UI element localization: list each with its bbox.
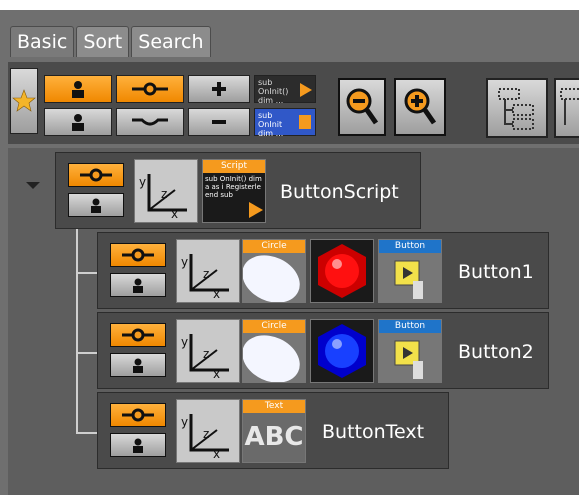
person-icon bbox=[45, 76, 111, 102]
svg-text:y: y bbox=[181, 415, 188, 429]
plugin-tag: Button bbox=[379, 240, 441, 253]
node-label: ButtonScript bbox=[280, 181, 399, 203]
visibility-toggle-button[interactable] bbox=[68, 193, 124, 217]
toolbar: sub OnInit() dim ... sub OnInit dim ... bbox=[8, 62, 579, 144]
hierarchy-icon bbox=[556, 80, 579, 136]
svg-text:y: y bbox=[181, 335, 188, 349]
tree-node-buttonscript[interactable]: y zx Script sub OnInit() dim a as i Regis… bbox=[55, 152, 421, 229]
slider-icon bbox=[111, 404, 165, 426]
toggle-visible-button[interactable] bbox=[44, 75, 112, 103]
node-label: ButtonText bbox=[322, 421, 425, 443]
add-button[interactable] bbox=[188, 75, 250, 103]
tree-layout-button[interactable] bbox=[486, 78, 548, 138]
transform-toggle-button[interactable] bbox=[110, 243, 166, 267]
zoom-in-button[interactable] bbox=[394, 78, 446, 136]
transform-toggle-button[interactable] bbox=[68, 163, 124, 187]
zoom-out-icon bbox=[340, 80, 384, 134]
script-tool-alt-button[interactable]: sub OnInit dim ... bbox=[254, 108, 316, 138]
tab-sort[interactable]: Sort bbox=[76, 26, 130, 57]
toggle-hidden-button[interactable] bbox=[44, 108, 112, 136]
visibility-toggle-button[interactable] bbox=[110, 273, 166, 297]
circle-plugin[interactable]: Circle bbox=[242, 319, 306, 383]
slider-icon bbox=[111, 324, 165, 346]
tree-connector bbox=[76, 352, 98, 354]
window-top-edge bbox=[0, 0, 579, 10]
star-icon bbox=[11, 69, 37, 133]
sphere-material[interactable] bbox=[310, 319, 374, 383]
favorites-button[interactable] bbox=[10, 68, 38, 134]
tree-connector bbox=[76, 229, 78, 434]
slider-icon bbox=[117, 76, 183, 102]
tree-connector bbox=[76, 432, 98, 434]
script-tool-label: sub OnInit() dim ... bbox=[258, 78, 289, 105]
square-icon bbox=[299, 115, 311, 129]
tree-node-button1[interactable]: y zx Circle Button Button1 bbox=[97, 232, 549, 309]
zoom-in-icon bbox=[396, 80, 444, 134]
circle-plugin[interactable]: Circle bbox=[242, 239, 306, 303]
svg-text:y: y bbox=[139, 175, 146, 189]
zoom-out-button[interactable] bbox=[338, 78, 386, 136]
plugin-tag: Text bbox=[243, 400, 305, 413]
axis-container-icon[interactable]: y zx bbox=[176, 319, 240, 383]
plus-icon bbox=[189, 76, 249, 102]
button-plugin[interactable]: Button bbox=[378, 239, 442, 303]
person-icon bbox=[111, 434, 165, 456]
script-plugin[interactable]: Script sub OnInit() dim a as i Registerl… bbox=[202, 159, 266, 223]
script-tool-button[interactable]: sub OnInit() dim ... bbox=[254, 75, 316, 105]
tab-search[interactable]: Search bbox=[131, 26, 211, 57]
script-tool-alt-label: sub OnInit dim ... bbox=[258, 111, 284, 138]
tree-connector bbox=[76, 272, 98, 274]
svg-text:x: x bbox=[171, 207, 178, 221]
svg-text:y: y bbox=[181, 255, 188, 269]
minus-icon bbox=[189, 109, 249, 135]
svg-text:z: z bbox=[161, 187, 167, 201]
hand-cursor-icon bbox=[379, 333, 441, 382]
curve-button[interactable] bbox=[116, 108, 184, 136]
circle-preview bbox=[242, 333, 305, 383]
person-icon bbox=[69, 194, 123, 216]
person-icon bbox=[111, 354, 165, 376]
node-label: Button2 bbox=[458, 341, 534, 363]
plugin-tag: Script bbox=[203, 160, 265, 173]
person-icon bbox=[111, 274, 165, 296]
slider-icon bbox=[69, 164, 123, 186]
tab-basic[interactable]: Basic bbox=[10, 26, 75, 57]
plugin-tag: Circle bbox=[243, 320, 305, 333]
transform-button[interactable] bbox=[116, 75, 184, 103]
axis-container-icon[interactable]: y zx bbox=[134, 159, 198, 223]
tab-bar: Basic Sort Search bbox=[10, 26, 213, 58]
svg-text:x: x bbox=[213, 447, 220, 461]
sphere-material[interactable] bbox=[310, 239, 374, 303]
visibility-toggle-button[interactable] bbox=[110, 353, 166, 377]
svg-text:z: z bbox=[203, 267, 209, 281]
plugin-tag: Button bbox=[379, 320, 441, 333]
button-plugin[interactable]: Button bbox=[378, 319, 442, 383]
expand-arrow-icon[interactable] bbox=[26, 182, 40, 189]
transform-toggle-button[interactable] bbox=[110, 403, 166, 427]
slider-icon bbox=[111, 244, 165, 266]
tree-node-button2[interactable]: y zx Circle Button Button2 bbox=[97, 312, 549, 389]
node-label: Button1 bbox=[458, 261, 534, 283]
tree-node-buttontext[interactable]: y zx Text ABC ButtonText bbox=[97, 392, 449, 469]
axis-container-icon[interactable]: y zx bbox=[176, 399, 240, 463]
svg-text:x: x bbox=[213, 367, 220, 381]
axis-container-icon[interactable]: y zx bbox=[176, 239, 240, 303]
play-icon bbox=[300, 83, 312, 97]
svg-text:x: x bbox=[213, 287, 220, 301]
visibility-toggle-button[interactable] bbox=[110, 433, 166, 457]
hand-cursor-icon bbox=[379, 253, 441, 302]
hierarchy-icon bbox=[488, 80, 546, 136]
text-plugin[interactable]: Text ABC bbox=[242, 399, 306, 463]
person-icon bbox=[45, 109, 111, 135]
remove-button[interactable] bbox=[188, 108, 250, 136]
curve-icon bbox=[117, 109, 183, 135]
text-preview: ABC bbox=[244, 422, 304, 452]
list-layout-button[interactable] bbox=[554, 78, 579, 138]
transform-toggle-button[interactable] bbox=[110, 323, 166, 347]
svg-text:z: z bbox=[203, 347, 209, 361]
circle-preview bbox=[242, 253, 305, 303]
play-icon bbox=[249, 202, 263, 218]
svg-text:z: z bbox=[203, 427, 209, 441]
plugin-tag: Circle bbox=[243, 240, 305, 253]
